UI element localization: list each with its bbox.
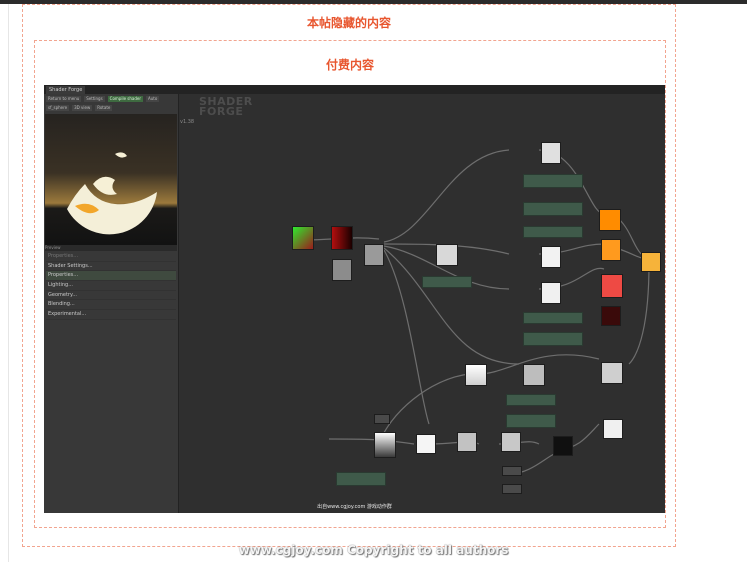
3d-view-toggle[interactable]: 3D view <box>72 105 93 111</box>
shader-preview-viewport[interactable] <box>45 114 177 245</box>
shader-forge-logo: SHADER FORGE <box>199 95 253 118</box>
value-node-2[interactable] <box>523 202 583 216</box>
shader-forge-screenshot: Shader Forge Return to menu Settings Com… <box>44 85 665 513</box>
value-node-6[interactable] <box>506 394 556 406</box>
small-value-node-2[interactable] <box>502 466 522 476</box>
noise-node-4[interactable] <box>601 362 623 384</box>
vertical-gradient-node[interactable] <box>374 432 396 458</box>
noise-texture-node[interactable] <box>364 244 384 266</box>
value-node-4[interactable] <box>523 312 583 324</box>
threshold-node[interactable] <box>553 436 573 456</box>
settings-menu: Properties... Shader Settings... Propert… <box>46 252 176 320</box>
left-gutter-rule <box>8 4 9 562</box>
threshold-node-2[interactable] <box>603 419 623 439</box>
rotate-toggle[interactable]: Rotate <box>95 105 113 111</box>
orange-color-node[interactable] <box>599 209 621 231</box>
value-node-1[interactable] <box>523 174 583 188</box>
mask-node-2[interactable] <box>541 246 561 268</box>
settings-button[interactable]: Settings <box>84 96 105 102</box>
paid-content-title: 付费内容 <box>325 58 374 72</box>
auto-toggle[interactable]: Auto <box>146 96 160 102</box>
compile-shader-button[interactable]: Compile shader <box>107 96 144 102</box>
value-node-3[interactable] <box>523 226 583 238</box>
red-color-node[interactable] <box>601 274 623 298</box>
mask-node-3[interactable] <box>541 282 561 304</box>
gradient-node[interactable] <box>331 226 353 250</box>
menu-item-experimental[interactable]: Experimental... <box>46 310 176 320</box>
multiply-node[interactable] <box>422 276 472 288</box>
noise-node-3[interactable] <box>523 364 545 386</box>
small-value-node-3[interactable] <box>502 484 522 494</box>
hidden-content-title: 本帖隐藏的内容 <box>306 16 391 30</box>
noise-texture-node-2[interactable] <box>332 259 352 281</box>
value-node-5[interactable] <box>523 332 583 346</box>
orange-mask-node[interactable] <box>601 239 621 261</box>
preview-mesh-select[interactable]: sf_sphere <box>46 105 70 111</box>
preview-controls: sf_sphere 3D view Rotate <box>46 105 113 111</box>
screenshot-watermark: 出自www.cgjoy.com 游戏动作群 <box>317 504 392 510</box>
red-mask-node[interactable] <box>601 306 621 326</box>
menu-item-properties[interactable]: Properties... <box>46 271 176 282</box>
value-node-7[interactable] <box>506 414 556 428</box>
toolbar: Return to menu Settings Compile shader A… <box>46 96 160 102</box>
menu-item-properties-header[interactable]: Properties... <box>46 252 176 262</box>
small-value-node-1[interactable] <box>374 414 390 424</box>
white-node[interactable] <box>416 434 436 454</box>
mask-node-1[interactable] <box>541 142 561 164</box>
copyright-watermark: www.cgjoy.com Copyright to all authors <box>238 543 509 557</box>
shader-forge-tab[interactable]: Shader Forge <box>46 86 86 94</box>
preview-sphere-graphic <box>67 152 157 235</box>
noise-node-5[interactable] <box>457 432 477 452</box>
cloud-texture-node[interactable] <box>436 244 458 266</box>
color-node[interactable] <box>292 226 314 250</box>
return-to-menu-button[interactable]: Return to menu <box>46 96 82 102</box>
preview-label: Preview <box>45 245 177 251</box>
menu-item-blending[interactable]: Blending... <box>46 300 176 311</box>
noise-node-6[interactable] <box>501 432 521 452</box>
value-node-8[interactable] <box>336 472 386 486</box>
version-label: v1.38 <box>180 119 195 125</box>
node-graph-canvas[interactable] <box>179 94 665 513</box>
shader-settings-panel: Return to menu Settings Compile shader A… <box>44 94 179 513</box>
menu-item-geometry[interactable]: Geometry... <box>46 291 176 301</box>
menu-item-lighting[interactable]: Lighting... <box>46 281 176 291</box>
white-gradient-node[interactable] <box>465 364 487 386</box>
emission-result-node[interactable] <box>641 252 661 272</box>
editor-tab-bar: Shader Forge <box>44 85 665 94</box>
menu-item-shader-settings[interactable]: Shader Settings... <box>46 262 176 272</box>
